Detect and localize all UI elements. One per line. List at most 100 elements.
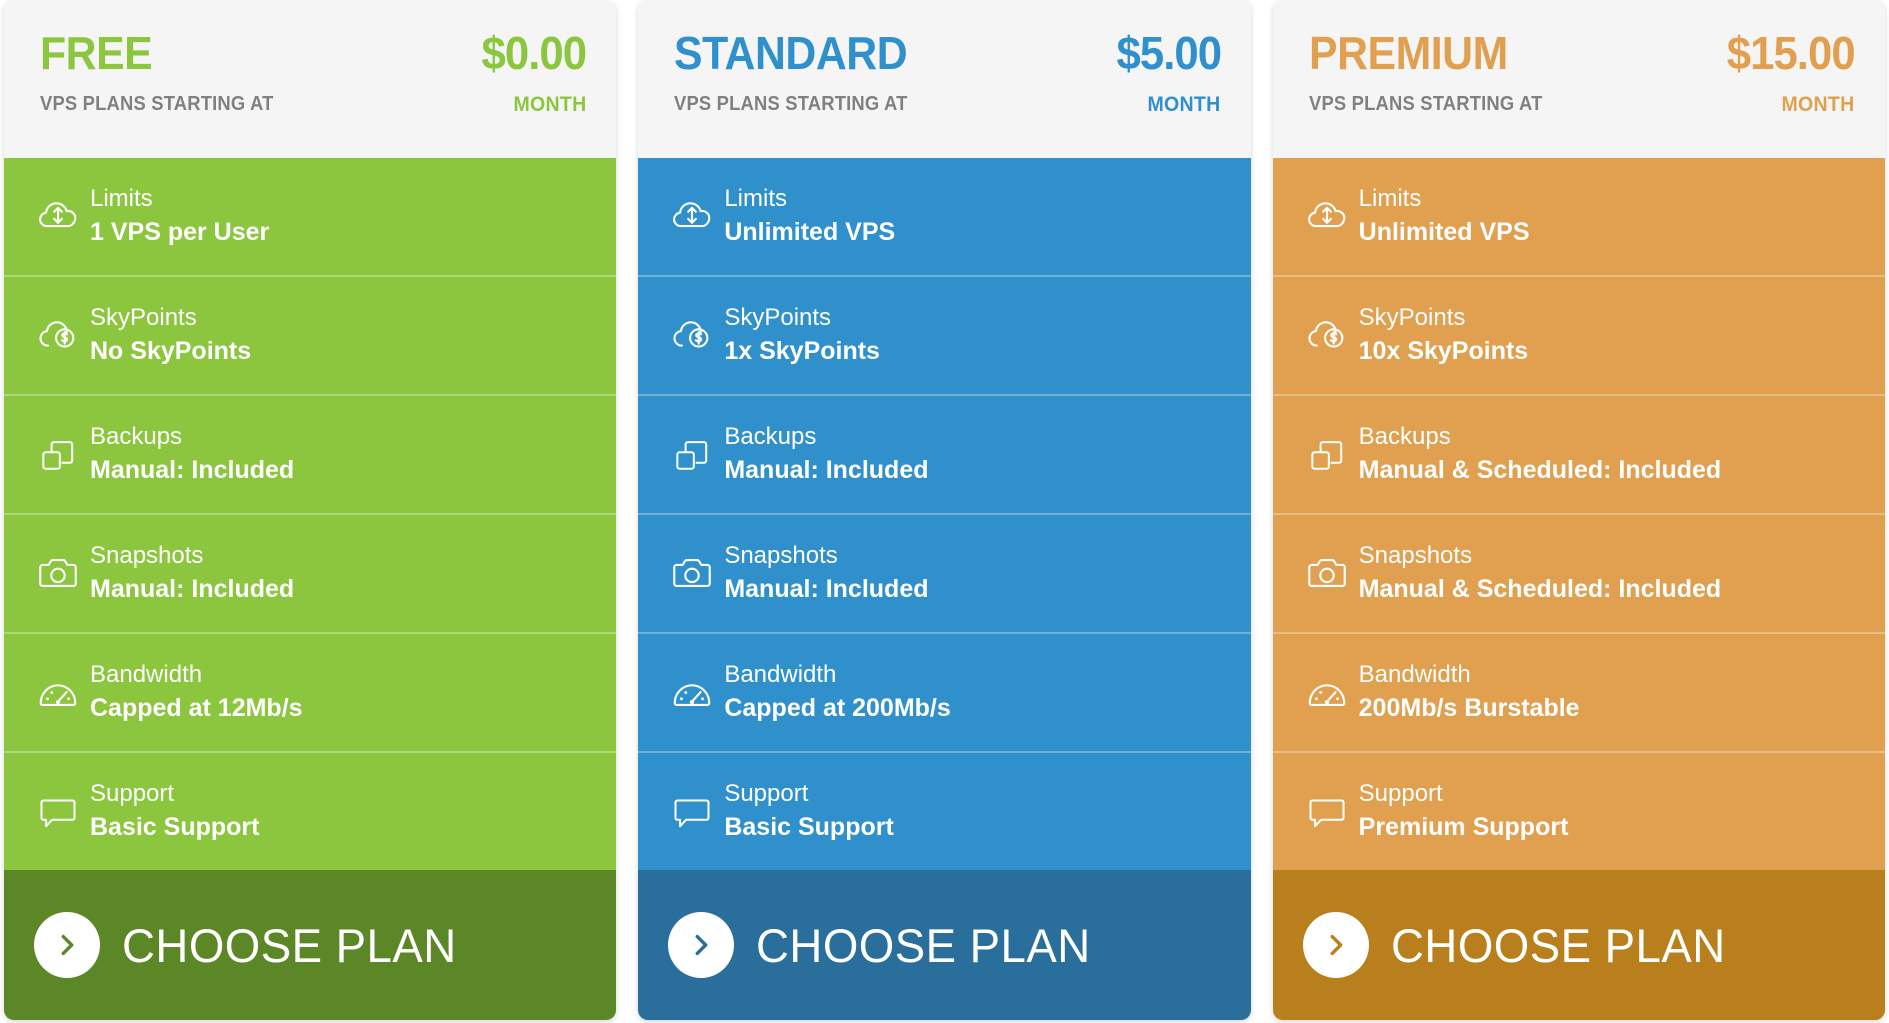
- plan-price: $15.00: [1727, 27, 1856, 79]
- feature-value: Unlimited VPS: [1358, 217, 1530, 246]
- plan-header-left: FREE VPS PLANS STARTING AT: [40, 30, 294, 116]
- feature-row: Backups Manual: Included: [638, 396, 1251, 515]
- feature-text: Snapshots Manual: Included: [90, 540, 294, 606]
- camera-icon: [660, 551, 724, 597]
- pricing-table: FREE VPS PLANS STARTING AT $0.00 MONTH Limit…: [0, 0, 1889, 1023]
- chevron-right-icon: [1302, 912, 1369, 978]
- feature-text: Backups Manual & Scheduled: Included: [1359, 421, 1722, 487]
- feature-list: Limits 1 VPS per User SkyPoints No SkyPoint…: [4, 158, 617, 870]
- feature-row: Bandwidth Capped at 200Mb/s: [638, 634, 1251, 753]
- feature-text: Support Premium Support: [1359, 778, 1569, 844]
- feature-label: Snapshots: [724, 542, 838, 570]
- feature-row: Support Basic Support: [638, 753, 1250, 870]
- feature-value: 10x SkyPoints: [1358, 336, 1529, 365]
- feature-list: Limits Unlimited VPS SkyPoints 10x SkyPoint…: [1272, 158, 1885, 870]
- feature-value: Basic Support: [724, 812, 894, 841]
- plan-name: STANDARD: [674, 27, 908, 79]
- camera-icon: [1295, 551, 1359, 597]
- chat-bubble-icon: [660, 790, 724, 834]
- feature-text: Backups Manual: Included: [90, 421, 294, 487]
- feature-value: Manual: Included: [724, 455, 929, 484]
- feature-text: Backups Manual: Included: [724, 421, 928, 487]
- feature-row: Bandwidth Capped at 12Mb/s: [4, 634, 617, 753]
- feature-row: Backups Manual: Included: [4, 396, 617, 515]
- choose-plan-button[interactable]: CHOOSE PLAN: [638, 870, 1251, 1020]
- plan-billing-period: MONTH: [513, 92, 587, 116]
- plan-header-right: $5.00 MONTH: [1111, 27, 1222, 117]
- chevron-right-icon: [34, 912, 100, 978]
- choose-plan-label: CHOOSE PLAN: [1390, 918, 1726, 972]
- plan-header-right: $15.00 MONTH: [1720, 27, 1856, 117]
- plan-tagline: VPS PLANS STARTING AT: [1308, 92, 1543, 115]
- feature-text: SkyPoints 10x SkyPoints: [1359, 302, 1529, 368]
- feature-value: 1x SkyPoints: [724, 336, 880, 365]
- feature-row: SkyPoints 1x SkyPoints: [638, 277, 1251, 396]
- feature-text: Limits Unlimited VPS: [1359, 183, 1530, 249]
- plan-header: STANDARD VPS PLANS STARTING AT $5.00 MONTH: [638, 0, 1251, 158]
- plan-card-premium: PREMIUM VPS PLANS STARTING AT $15.00 MONTH L…: [1272, 0, 1885, 1020]
- gauge-icon: [660, 670, 724, 716]
- feature-text: Snapshots Manual & Scheduled: Included: [1359, 540, 1722, 606]
- plan-name: FREE: [40, 27, 153, 79]
- backups-icon: [1295, 433, 1359, 477]
- chat-bubble-icon: [1295, 790, 1359, 834]
- feature-text: Limits Unlimited VPS: [724, 183, 895, 249]
- feature-value: Capped at 200Mb/s: [724, 693, 951, 722]
- feature-row: SkyPoints 10x SkyPoints: [1272, 277, 1885, 396]
- feature-label: Snapshots: [1358, 542, 1473, 570]
- feature-value: Manual & Scheduled: Included: [1358, 574, 1722, 603]
- feature-value: Manual: Included: [90, 574, 295, 603]
- feature-label: SkyPoints: [1358, 304, 1466, 332]
- plan-header-left: PREMIUM VPS PLANS STARTING AT: [1309, 30, 1563, 116]
- plan-tagline: VPS PLANS STARTING AT: [40, 92, 274, 115]
- feature-text: Bandwidth Capped at 12Mb/s: [90, 659, 303, 725]
- plan-name: PREMIUM: [1308, 27, 1508, 79]
- choose-plan-button[interactable]: CHOOSE PLAN: [4, 870, 617, 1020]
- plan-header-right: $0.00 MONTH: [476, 27, 588, 117]
- choose-plan-label: CHOOSE PLAN: [756, 918, 1092, 972]
- cloud-skypoints-icon: [660, 313, 724, 359]
- feature-row: Backups Manual & Scheduled: Included: [1272, 396, 1885, 515]
- feature-label: Limits: [724, 185, 787, 213]
- feature-label: Support: [90, 780, 175, 808]
- feature-row: Limits 1 VPS per User: [4, 158, 617, 277]
- feature-label: Snapshots: [90, 542, 204, 570]
- feature-value: Manual: Included: [90, 455, 295, 484]
- gauge-icon: [26, 670, 90, 716]
- plan-tagline: VPS PLANS STARTING AT: [674, 92, 908, 115]
- plan-billing-period: MONTH: [1781, 92, 1855, 116]
- backups-icon: [660, 433, 724, 477]
- feature-text: Support Basic Support: [724, 778, 893, 844]
- feature-label: Backups: [90, 423, 183, 451]
- feature-value: 200Mb/s Burstable: [1358, 693, 1580, 722]
- feature-row: Snapshots Manual: Included: [638, 515, 1251, 634]
- camera-icon: [26, 551, 90, 597]
- feature-row: Support Premium Support: [1273, 753, 1885, 870]
- plan-billing-period: MONTH: [1147, 92, 1221, 116]
- feature-row: Limits Unlimited VPS: [638, 158, 1251, 277]
- feature-text: Limits 1 VPS per User: [90, 183, 269, 249]
- feature-list: Limits Unlimited VPS SkyPoints 1x SkyPoints…: [638, 158, 1251, 870]
- feature-value: No SkyPoints: [90, 336, 252, 365]
- feature-text: Snapshots Manual: Included: [724, 540, 928, 606]
- feature-value: 1 VPS per User: [90, 217, 270, 246]
- feature-text: Bandwidth Capped at 200Mb/s: [724, 659, 950, 725]
- cloud-skypoints-icon: [26, 313, 90, 359]
- plan-price: $5.00: [1116, 27, 1222, 79]
- chat-bubble-icon: [26, 790, 90, 834]
- feature-row: Bandwidth 200Mb/s Burstable: [1272, 634, 1885, 753]
- feature-label: Support: [724, 780, 809, 808]
- feature-label: Support: [1358, 780, 1443, 808]
- plan-header-left: STANDARD VPS PLANS STARTING AT: [674, 30, 928, 116]
- feature-text: Support Basic Support: [90, 778, 259, 844]
- choose-plan-label: CHOOSE PLAN: [122, 918, 457, 972]
- feature-text: Bandwidth 200Mb/s Burstable: [1359, 659, 1580, 725]
- choose-plan-button[interactable]: CHOOSE PLAN: [1272, 870, 1885, 1020]
- feature-row: Snapshots Manual: Included: [4, 515, 617, 634]
- feature-label: Backups: [724, 423, 817, 451]
- plan-price: $0.00: [481, 27, 588, 79]
- plan-header: FREE VPS PLANS STARTING AT $0.00 MONTH: [4, 0, 617, 158]
- cloud-upload-icon: [26, 194, 90, 240]
- feature-row: SkyPoints No SkyPoints: [4, 277, 617, 396]
- feature-value: Basic Support: [90, 812, 260, 841]
